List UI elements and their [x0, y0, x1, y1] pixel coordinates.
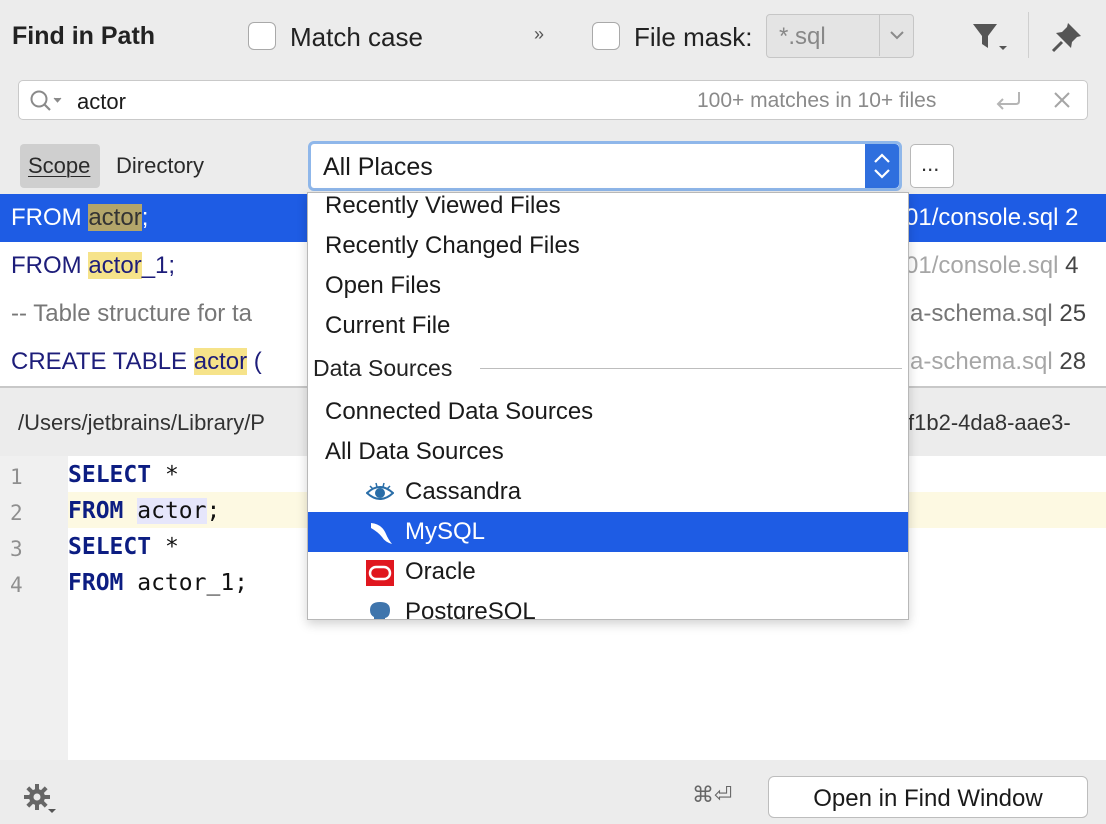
combo-divider	[879, 15, 880, 56]
file-path-start: /Users/jetbrains/Library/P	[18, 410, 265, 435]
tab-directory[interactable]: Directory	[108, 144, 218, 188]
result-path: 01/console.sql 2	[905, 204, 1079, 231]
mysql-dolphin-icon	[371, 523, 392, 544]
file-path-end: f1b2-4da8-aae3-	[908, 410, 1071, 435]
group-header-data-sources: Data Sources	[308, 351, 908, 387]
search-field[interactable]: actor 100+ matches in 10+ files	[18, 80, 1088, 120]
browse-scope-label: ...	[921, 151, 940, 176]
line-number: 4	[10, 573, 23, 597]
result-code: CREATE TABLE actor (	[11, 348, 262, 375]
search-history-icon[interactable]	[29, 89, 69, 111]
tab-scope-label: Scope	[28, 153, 91, 178]
match-case-checkbox[interactable]	[248, 22, 276, 50]
postgresql-elephant-icon	[370, 602, 390, 619]
scope-option[interactable]: Open Files	[308, 266, 908, 306]
scope-option-postgresql[interactable]: PostgreSQL	[308, 592, 908, 619]
open-in-find-window-button[interactable]: Open in Find Window	[768, 776, 1088, 818]
file-mask-checkbox[interactable]	[592, 22, 620, 50]
result-path: a-schema.sql 28	[910, 348, 1087, 375]
new-line-icon[interactable]	[991, 89, 1025, 113]
oracle-logo-icon	[366, 560, 394, 586]
code-line: SELECT *	[68, 534, 179, 560]
scope-option[interactable]: All Data Sources	[308, 432, 908, 472]
gear-icon[interactable]	[24, 784, 60, 814]
dialog-footer: ⌘⏎ Open in Find Window	[0, 760, 1106, 824]
line-number: 1	[10, 465, 23, 489]
up-down-chevron-icon	[874, 153, 890, 179]
code-line: FROM actor_1;	[68, 570, 249, 596]
file-mask-combo[interactable]: *.sql	[766, 14, 914, 58]
code-line: SELECT *	[68, 462, 179, 488]
toolbar-divider	[1028, 12, 1029, 58]
result-code: FROM actor;	[11, 204, 149, 231]
tab-directory-label: Directory	[116, 153, 205, 178]
scope-option-mysql[interactable]: MySQL	[308, 512, 908, 552]
scope-option-oracle[interactable]: Oracle	[308, 552, 908, 592]
search-input[interactable]: actor	[77, 89, 126, 115]
scope-dropdown-list[interactable]: Recently Viewed Files Recently Changed F…	[307, 192, 909, 620]
browse-scope-button[interactable]: ...	[910, 144, 954, 188]
match-count: 100+ matches in 10+ files	[697, 89, 937, 112]
more-options-icon[interactable]: »	[534, 24, 544, 45]
open-in-find-window-label: Open in Find Window	[813, 785, 1043, 812]
scope-option[interactable]: Current File	[308, 306, 908, 346]
group-divider	[480, 368, 902, 369]
select-arrow[interactable]	[865, 144, 899, 188]
tab-scope[interactable]: Scope	[20, 144, 100, 188]
dialog-title: Find in Path	[12, 22, 156, 50]
scope-select[interactable]: All Places	[308, 141, 902, 191]
find-toolbar: Find in Path Match case » File mask: *.s…	[0, 0, 1106, 74]
result-path: 01/console.sql 4	[905, 252, 1079, 279]
filter-icon[interactable]	[970, 20, 1008, 54]
cassandra-eye-icon	[366, 482, 394, 500]
line-number: 3	[10, 537, 23, 561]
scope-select-value: All Places	[323, 153, 433, 181]
scope-option[interactable]: Recently Changed Files	[308, 226, 908, 266]
clear-icon[interactable]	[1053, 91, 1071, 109]
shortcut-hint: ⌘⏎	[692, 782, 733, 807]
file-mask-value: *.sql	[779, 23, 826, 50]
result-code: FROM actor_1;	[11, 252, 176, 279]
line-number: 2	[10, 501, 23, 525]
chevron-down-icon[interactable]	[887, 25, 907, 45]
code-line: FROM actor;	[68, 498, 221, 524]
match-case-label[interactable]: Match case	[290, 22, 423, 53]
scope-option[interactable]: Connected Data Sources	[308, 392, 908, 432]
scope-option[interactable]: Recently Viewed Files	[308, 193, 908, 226]
pin-icon[interactable]	[1050, 20, 1084, 54]
result-path: a-schema.sql 25	[910, 300, 1087, 327]
file-mask-label[interactable]: File mask:	[634, 22, 752, 53]
result-code: -- Table structure for ta	[11, 300, 252, 327]
scope-option-cassandra[interactable]: Cassandra	[308, 472, 908, 512]
